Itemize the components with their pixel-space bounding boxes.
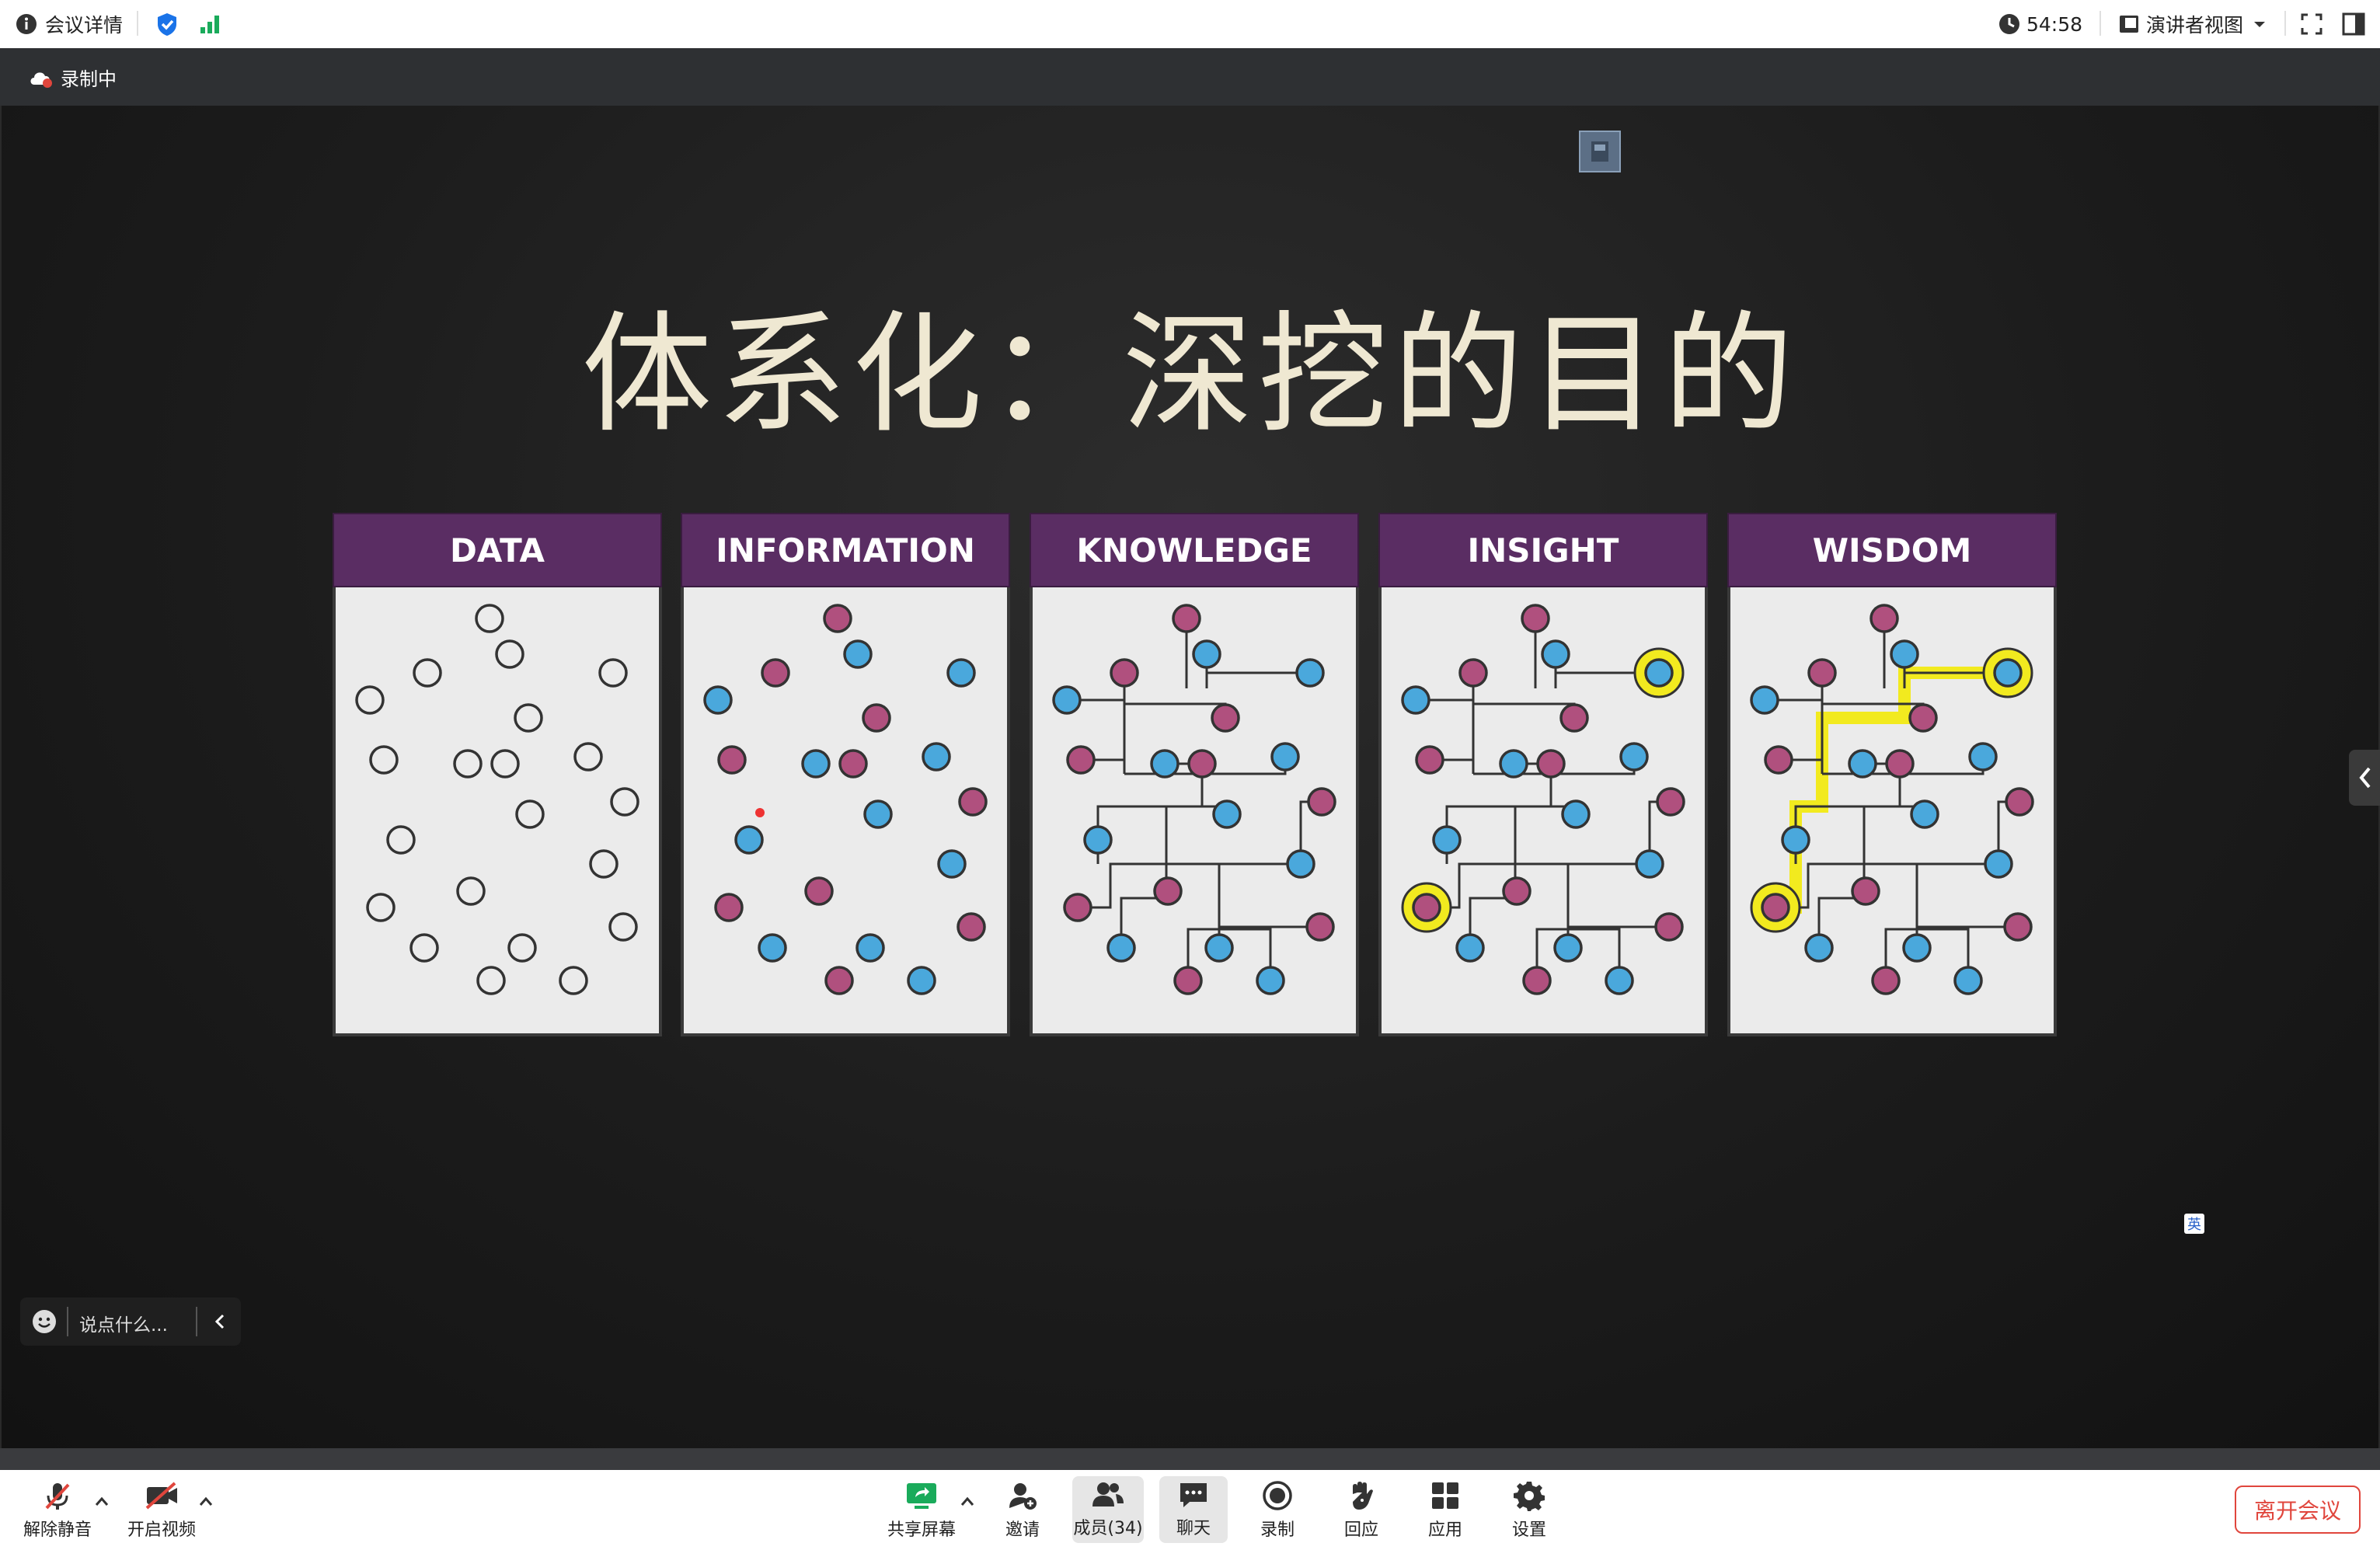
signal-strength-icon[interactable]	[199, 0, 222, 48]
panel-knowledge: KNOWLEDGE	[1030, 513, 1359, 1037]
insight-network-graphic	[1401, 604, 1685, 995]
apps-label: 应用	[1427, 1520, 1462, 1540]
chat-quick-input[interactable]: 说点什么...	[20, 1297, 241, 1346]
security-shield-icon[interactable]	[155, 0, 179, 48]
apps-grid-icon	[1432, 1482, 1458, 1509]
emoji-icon[interactable]	[31, 1308, 57, 1335]
apps-button[interactable]: 应用	[1411, 1470, 1479, 1550]
members-icon	[1092, 1482, 1124, 1506]
view-mode-dropdown[interactable]: 演讲者视图	[2118, 0, 2268, 48]
panel-title: KNOWLEDGE	[1030, 513, 1359, 587]
chevron-up-icon[interactable]	[197, 1493, 214, 1510]
meeting-toolbar: 解除静音 开启视频 共享屏幕 邀请 成员(34) 聊天 录制 回应 应用 设置	[0, 1470, 2380, 1550]
clock-icon	[1999, 14, 2019, 34]
chevron-left-icon	[2359, 767, 2371, 789]
presenter-thumbnail[interactable]	[1579, 131, 1621, 172]
unmute-label: 解除静音	[23, 1520, 92, 1540]
knowledge-network-graphic	[1052, 604, 1336, 995]
language-badge[interactable]: 英	[2184, 1214, 2204, 1234]
reaction-button[interactable]: 回应	[1327, 1470, 1396, 1550]
sidebar-toggle-button[interactable]	[2342, 0, 2365, 48]
raise-hand-icon	[1353, 1481, 1373, 1510]
members-label: 成员(34)	[1073, 1519, 1143, 1538]
leave-meeting-button[interactable]: 离开会议	[2235, 1486, 2361, 1534]
panel-wisdom: WISDOM	[1727, 513, 2057, 1037]
panel-information: INFORMATION	[681, 513, 1010, 1037]
start-video-label: 开启视频	[127, 1520, 196, 1540]
meeting-timer: 54:58	[1998, 0, 2082, 48]
chat-button[interactable]: 聊天	[1159, 1476, 1228, 1543]
settings-button[interactable]: 设置	[1495, 1470, 1563, 1550]
chat-label: 聊天	[1176, 1519, 1211, 1538]
view-mode-label: 演讲者视图	[2146, 14, 2244, 37]
meeting-info-label: 会议详情	[45, 14, 124, 37]
speaker-view-icon	[2120, 16, 2138, 33]
unmute-button[interactable]: 解除静音	[17, 1470, 98, 1550]
settings-label: 设置	[1511, 1520, 1546, 1540]
panel-title: WISDOM	[1727, 513, 2057, 587]
information-dots-graphic	[703, 604, 988, 995]
panel-title: DATA	[333, 513, 662, 587]
start-video-button[interactable]: 开启视频	[121, 1470, 202, 1550]
stage-bottom-strip	[0, 1448, 2380, 1470]
fullscreen-button[interactable]	[2300, 0, 2323, 48]
invite-button[interactable]: 邀请	[985, 1470, 1060, 1550]
chevron-up-icon[interactable]	[93, 1493, 110, 1510]
chevron-down-icon	[2254, 22, 2266, 27]
recording-bar: 录制中	[0, 48, 2380, 106]
panel-insight: INSIGHT	[1378, 513, 1708, 1037]
recording-indicator[interactable]: 录制中	[28, 64, 117, 91]
chat-icon	[1180, 1483, 1207, 1507]
side-panel-toggle[interactable]	[2349, 750, 2380, 806]
slide-title: 体系化：深挖的目的	[581, 298, 1799, 451]
cloud-recording-icon	[30, 71, 52, 88]
reaction-label: 回应	[1343, 1520, 1378, 1540]
invite-label: 邀请	[1005, 1520, 1040, 1540]
camera-off-icon	[145, 1482, 177, 1509]
fullscreen-icon	[2301, 13, 2323, 35]
share-screen-button[interactable]: 共享屏幕	[884, 1470, 959, 1550]
record-icon	[1263, 1480, 1292, 1510]
recording-label: 录制中	[61, 68, 117, 90]
wisdom-network-graphic	[1750, 604, 2034, 995]
add-user-icon	[1009, 1482, 1037, 1510]
share-screen-icon	[907, 1482, 936, 1509]
title-bar: 会议详情 54:58 演讲者视图	[0, 0, 2380, 49]
panel-title: INSIGHT	[1378, 513, 1708, 587]
record-label: 录制	[1260, 1520, 1295, 1540]
laser-pointer-dot	[755, 808, 765, 817]
meeting-info-button[interactable]: 会议详情	[16, 0, 123, 48]
chevron-left-icon[interactable]	[211, 1312, 230, 1331]
panel-data: DATA	[333, 513, 662, 1037]
record-button[interactable]: 录制	[1243, 1470, 1312, 1550]
panel-icon	[2342, 12, 2365, 36]
data-dots-graphic	[355, 604, 639, 995]
chevron-up-icon[interactable]	[959, 1493, 976, 1510]
chat-placeholder: 说点什么...	[79, 1315, 168, 1336]
presenter-avatar-icon	[1591, 141, 1608, 162]
timer-text: 54:58	[2026, 12, 2083, 36]
gear-icon	[1514, 1481, 1545, 1511]
share-screen-label: 共享屏幕	[887, 1520, 956, 1540]
panel-title: INFORMATION	[681, 513, 1010, 587]
info-icon	[16, 14, 37, 34]
microphone-muted-icon	[45, 1482, 70, 1510]
members-button[interactable]: 成员(34)	[1072, 1476, 1144, 1543]
